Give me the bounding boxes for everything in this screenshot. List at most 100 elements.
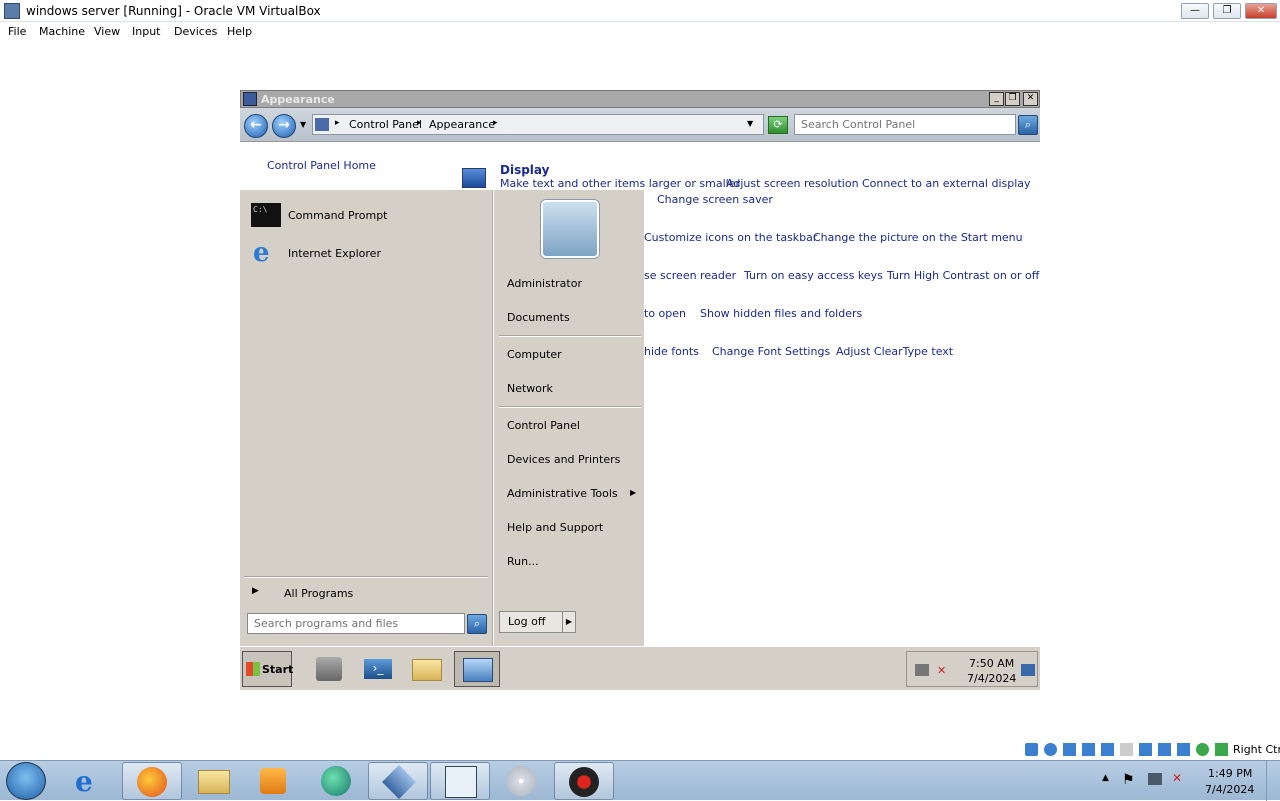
back-button[interactable]: ← xyxy=(244,114,268,138)
start-item-administrative-tools[interactable]: Administrative Tools xyxy=(507,487,618,500)
guest-clock-date[interactable]: 7/4/2024 xyxy=(967,672,1016,685)
host-restore-button[interactable]: ❐ xyxy=(1213,3,1241,19)
recent-pages-dropdown[interactable]: ▼ xyxy=(300,120,306,129)
link-change-font-settings[interactable]: Change Font Settings xyxy=(712,345,830,358)
virtualbox-taskbar-icon[interactable] xyxy=(368,762,428,800)
start-item-help-support[interactable]: Help and Support xyxy=(507,521,603,534)
powershell-icon[interactable]: ›_ xyxy=(358,651,396,687)
chevron-right-icon[interactable]: ▸ xyxy=(335,118,340,128)
link-screen-reader[interactable]: se screen reader xyxy=(644,269,736,282)
address-history-dropdown[interactable]: ▼ xyxy=(747,119,753,128)
link-high-contrast[interactable]: Turn High Contrast on or off xyxy=(887,269,1039,282)
address-bar[interactable]: ▸ Control Panel ▸ Appearance ▸ ▼ xyxy=(312,114,764,135)
file-explorer-taskbar-icon[interactable] xyxy=(184,762,244,800)
windows-server-2008-taskbar-icon[interactable] xyxy=(430,762,490,800)
breadcrumb-appearance[interactable]: Appearance xyxy=(429,118,495,131)
firefox-taskbar-icon[interactable] xyxy=(122,762,182,800)
start-item-documents[interactable]: Documents xyxy=(507,311,570,324)
server-manager-icon[interactable] xyxy=(310,651,348,687)
volume-muted-icon[interactable]: ✕ xyxy=(937,664,946,677)
display-icon xyxy=(462,168,486,188)
chevron-right-icon[interactable]: ▸ xyxy=(417,118,422,128)
log-off-button[interactable]: Log off xyxy=(499,611,563,633)
shutdown-options-arrow[interactable]: ▶ xyxy=(562,611,576,633)
action-center-flag-icon[interactable]: ⚑ xyxy=(1122,772,1135,788)
display-settings-icon[interactable] xyxy=(1139,743,1152,756)
internet-explorer-taskbar-icon[interactable]: e xyxy=(60,762,120,800)
search-icon[interactable]: ⌕ xyxy=(467,614,487,634)
windows-explorer-icon[interactable] xyxy=(408,651,446,687)
start-item-network[interactable]: Network xyxy=(507,382,553,395)
start-item-run[interactable]: Run... xyxy=(507,555,539,568)
media-player-taskbar-icon[interactable] xyxy=(244,762,304,800)
menu-machine[interactable]: Machine xyxy=(39,25,85,38)
search-control-panel-input[interactable] xyxy=(794,114,1016,135)
show-desktop-button[interactable] xyxy=(1021,664,1035,676)
link-customize-taskbar-icons[interactable]: Customize icons on the taskbar xyxy=(644,231,817,244)
network-icon[interactable] xyxy=(915,664,929,676)
host-clock-date[interactable]: 7/4/2024 xyxy=(1205,783,1254,796)
start-button[interactable]: Start xyxy=(242,651,294,687)
guest-restore-button[interactable]: ❐ xyxy=(1005,92,1020,106)
link-easy-access-keys[interactable]: Turn on easy access keys xyxy=(744,269,883,282)
start-item-computer[interactable]: Computer xyxy=(507,348,562,361)
link-connect-external-display[interactable]: Connect to an external display xyxy=(862,177,1031,190)
host-network-icon[interactable] xyxy=(1148,773,1162,785)
host-clock-time[interactable]: 1:49 PM xyxy=(1208,767,1252,780)
control-panel-taskbar-icon[interactable] xyxy=(454,651,500,687)
link-hide-fonts[interactable]: hide fonts xyxy=(644,345,699,358)
link-adjust-resolution[interactable]: Adjust screen resolution xyxy=(726,177,859,190)
menu-help[interactable]: Help xyxy=(227,25,252,38)
optical-drive-icon[interactable] xyxy=(1044,743,1057,756)
start-item-devices-printers[interactable]: Devices and Printers xyxy=(507,453,620,466)
host-title-bar: windows server [Running] - Oracle VM Vir… xyxy=(0,0,1280,22)
all-programs-item[interactable]: ▶ All Programs xyxy=(248,584,486,604)
start-label: Start xyxy=(262,663,294,676)
network-adapter-icon[interactable] xyxy=(1082,743,1095,756)
host-minimize-button[interactable]: — xyxy=(1181,3,1209,19)
user-avatar[interactable] xyxy=(541,200,599,258)
host-volume-muted-icon[interactable]: ✕ xyxy=(1172,771,1182,785)
guest-clock-time[interactable]: 7:50 AM xyxy=(969,657,1014,670)
usb-icon[interactable] xyxy=(1101,743,1114,756)
search-icon[interactable]: ⌕ xyxy=(1018,115,1038,135)
host-close-button[interactable]: ✕ xyxy=(1245,3,1277,19)
menu-devices[interactable]: Devices xyxy=(174,25,217,38)
internet-explorer-item[interactable]: e Internet Explorer xyxy=(248,238,486,268)
green-app-taskbar-icon[interactable] xyxy=(306,762,366,800)
cpu-icon[interactable] xyxy=(1177,743,1190,756)
link-click-to-open[interactable]: to open xyxy=(644,307,686,320)
forward-button[interactable]: → xyxy=(272,114,296,138)
show-hidden-icons-arrow[interactable]: ▲ xyxy=(1102,773,1109,783)
windows-orb-button[interactable] xyxy=(6,762,46,800)
link-show-hidden-files[interactable]: Show hidden files and folders xyxy=(700,307,862,320)
host-show-desktop-button[interactable] xyxy=(1266,761,1280,801)
link-change-start-menu-picture[interactable]: Change the picture on the Start menu xyxy=(813,231,1023,244)
display-heading[interactable]: Display xyxy=(500,163,549,177)
disc-taskbar-icon[interactable] xyxy=(492,762,552,800)
chevron-right-icon[interactable]: ▸ xyxy=(493,118,498,128)
start-item-control-panel[interactable]: Control Panel xyxy=(507,419,580,432)
recording-icon[interactable] xyxy=(1158,743,1171,756)
refresh-button[interactable]: ⟳ xyxy=(768,116,788,134)
breadcrumb-control-panel[interactable]: Control Panel xyxy=(349,118,422,131)
keyboard-capture-icon[interactable] xyxy=(1215,743,1228,756)
start-item-administrator[interactable]: Administrator xyxy=(507,277,582,290)
shared-folders-icon[interactable] xyxy=(1120,743,1133,756)
link-adjust-cleartype[interactable]: Adjust ClearType text xyxy=(836,345,953,358)
hard-disk-icon[interactable] xyxy=(1025,743,1038,756)
menu-view[interactable]: View xyxy=(94,25,120,38)
search-programs-input[interactable] xyxy=(247,613,465,634)
control-panel-home-link[interactable]: Control Panel Home xyxy=(267,159,376,172)
link-change-screen-saver[interactable]: Change screen saver xyxy=(657,193,773,206)
audio-icon[interactable] xyxy=(1063,743,1076,756)
command-prompt-label: Command Prompt xyxy=(288,209,388,222)
mouse-integration-icon[interactable] xyxy=(1196,743,1209,756)
guest-minimize-button[interactable]: _ xyxy=(989,92,1004,106)
menu-input[interactable]: Input xyxy=(132,25,160,38)
link-make-text-larger[interactable]: Make text and other items larger or smal… xyxy=(500,177,740,190)
guest-close-button[interactable]: ✕ xyxy=(1023,92,1038,106)
screen-recorder-taskbar-icon[interactable] xyxy=(554,762,614,800)
command-prompt-item[interactable]: C:\ Command Prompt xyxy=(248,200,486,230)
menu-file[interactable]: File xyxy=(8,25,26,38)
